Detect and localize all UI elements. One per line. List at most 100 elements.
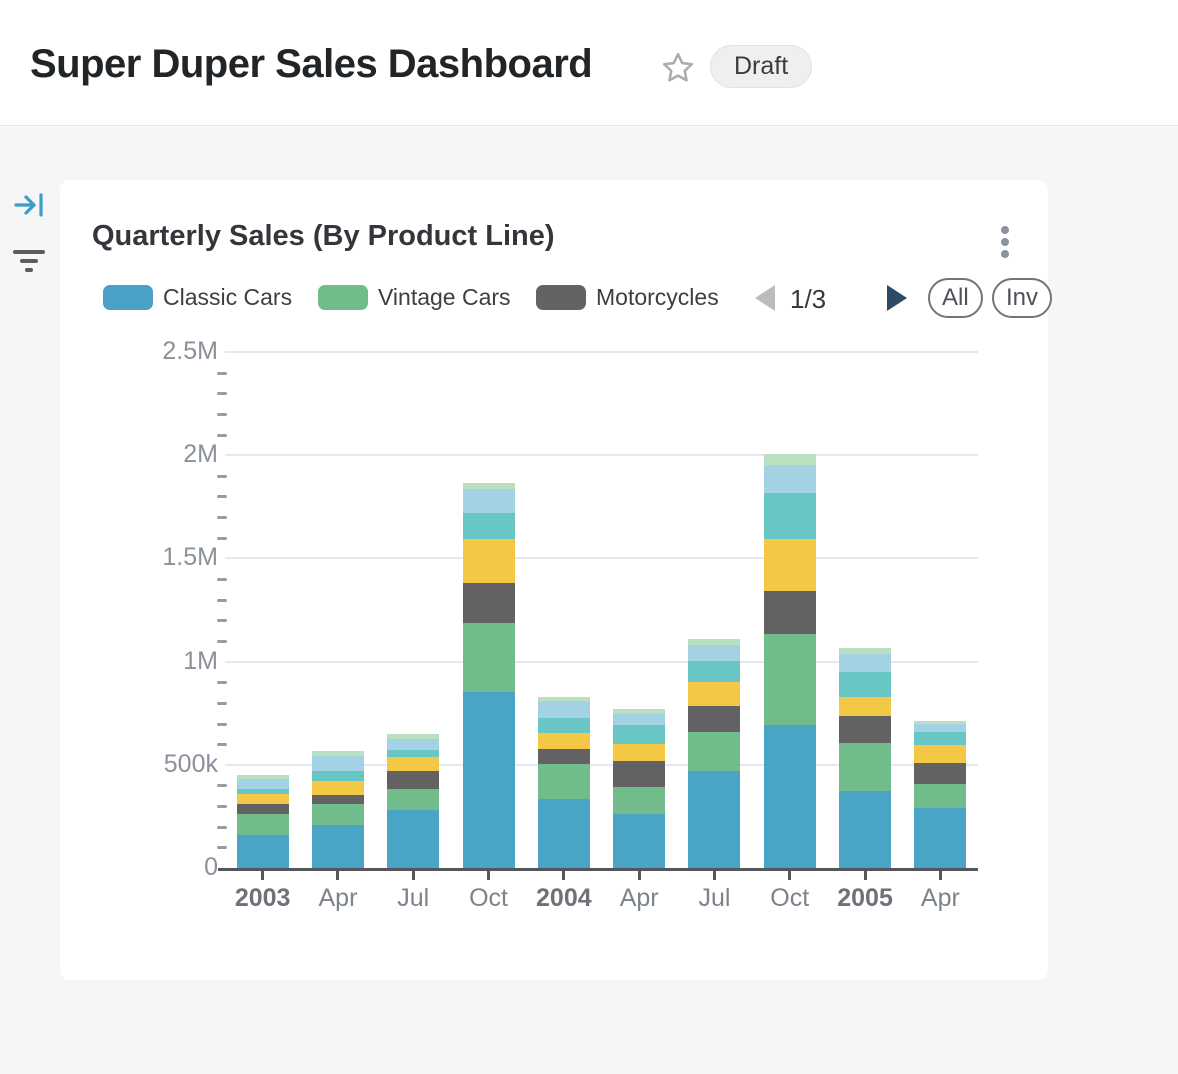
bar-segment[interactable]	[839, 716, 891, 743]
x-axis-label: Apr	[895, 884, 985, 913]
bar-segment[interactable]	[387, 734, 439, 738]
bar-segment[interactable]	[839, 743, 891, 791]
bar-segment[interactable]	[764, 634, 816, 725]
y-axis-label: 2.5M	[60, 337, 218, 366]
stacked-bar-chart: 2.5M2M1.5M1M500k02003AprJulOct2004AprJul…	[60, 180, 1048, 980]
y-minor-tick	[217, 846, 227, 849]
bar-segment[interactable]	[764, 591, 816, 634]
bar-segment[interactable]	[538, 701, 590, 718]
bar-segment[interactable]	[914, 808, 966, 868]
bar-segment[interactable]	[764, 465, 816, 492]
y-minor-tick	[217, 619, 227, 622]
bar-segment[interactable]	[538, 718, 590, 733]
x-axis-tick	[788, 871, 791, 880]
page-title: Super Duper Sales Dashboard	[30, 42, 592, 87]
y-minor-tick	[217, 826, 227, 829]
bar-segment[interactable]	[613, 814, 665, 868]
bar-segment[interactable]	[613, 725, 665, 744]
bar-segment[interactable]	[764, 725, 816, 868]
bar-segment[interactable]	[613, 761, 665, 787]
bar-segment[interactable]	[237, 779, 289, 788]
bar-segment[interactable]	[764, 539, 816, 591]
bar-segment[interactable]	[839, 654, 891, 672]
bar-segment[interactable]	[538, 764, 590, 799]
bar-segment[interactable]	[613, 744, 665, 761]
bar-segment[interactable]	[914, 784, 966, 808]
bar-segment[interactable]	[237, 775, 289, 779]
bar-segment[interactable]	[538, 799, 590, 868]
y-minor-tick	[217, 723, 227, 726]
bar-segment[interactable]	[914, 763, 966, 784]
bar-segment[interactable]	[312, 781, 364, 794]
bar-segment[interactable]	[312, 825, 364, 868]
bar-segment[interactable]	[688, 732, 740, 772]
bar-segment[interactable]	[463, 539, 515, 583]
y-axis-label: 2M	[60, 440, 218, 469]
dashboard-page: Super Duper Sales Dashboard Draft Quarte…	[0, 0, 1178, 1074]
bar-segment[interactable]	[312, 751, 364, 755]
bar-segment[interactable]	[914, 745, 966, 763]
bar-segment[interactable]	[312, 795, 364, 805]
y-minor-tick	[217, 578, 227, 581]
bar-segment[interactable]	[463, 623, 515, 691]
filter-icon[interactable]	[12, 244, 46, 278]
favorite-star-icon[interactable]	[660, 50, 696, 86]
y-minor-tick	[217, 702, 227, 705]
bar-segment[interactable]	[312, 756, 364, 771]
x-axis-tick	[638, 871, 641, 880]
bar-segment[interactable]	[688, 639, 740, 645]
bar-segment[interactable]	[312, 804, 364, 825]
bar-segment[interactable]	[387, 771, 439, 790]
bar-segment[interactable]	[613, 709, 665, 713]
bar-segment[interactable]	[237, 789, 289, 794]
bar-segment[interactable]	[538, 749, 590, 764]
bar-segment[interactable]	[914, 732, 966, 745]
bar-segment[interactable]	[237, 814, 289, 835]
y-minor-tick	[217, 640, 227, 643]
bar-segment[interactable]	[914, 721, 966, 724]
bar-segment[interactable]	[839, 648, 891, 654]
bar-segment[interactable]	[463, 513, 515, 540]
bar-segment[interactable]	[463, 483, 515, 489]
bar-segment[interactable]	[237, 794, 289, 804]
bar-segment[interactable]	[387, 810, 439, 868]
y-axis-label: 1M	[60, 647, 218, 676]
bar-segment[interactable]	[613, 714, 665, 725]
bar-segment[interactable]	[463, 692, 515, 868]
y-minor-tick	[217, 392, 227, 395]
bar-segment[interactable]	[688, 706, 740, 732]
y-minor-tick	[217, 537, 227, 540]
x-axis-tick	[713, 871, 716, 880]
x-axis-tick	[864, 871, 867, 880]
bar-segment[interactable]	[463, 583, 515, 623]
bar-segment[interactable]	[688, 682, 740, 706]
bar-segment[interactable]	[839, 791, 891, 868]
y-gridline	[225, 557, 978, 559]
bar-segment[interactable]	[387, 750, 439, 758]
y-minor-tick	[217, 805, 227, 808]
bar-segment[interactable]	[237, 804, 289, 814]
y-axis-label: 1.5M	[60, 543, 218, 572]
bar-segment[interactable]	[688, 771, 740, 868]
bar-segment[interactable]	[839, 672, 891, 697]
y-minor-tick	[217, 434, 227, 437]
x-axis-tick	[562, 871, 565, 880]
bar-segment[interactable]	[764, 493, 816, 540]
bar-segment[interactable]	[237, 835, 289, 868]
status-badge: Draft	[710, 45, 812, 88]
bar-segment[interactable]	[463, 489, 515, 513]
bar-segment[interactable]	[764, 454, 816, 466]
bar-segment[interactable]	[688, 661, 740, 682]
collapse-panel-icon[interactable]	[12, 188, 46, 222]
bar-segment[interactable]	[387, 789, 439, 810]
bar-segment[interactable]	[688, 645, 740, 661]
bar-segment[interactable]	[312, 771, 364, 782]
bar-segment[interactable]	[914, 724, 966, 731]
bar-segment[interactable]	[613, 787, 665, 814]
bar-segment[interactable]	[538, 733, 590, 749]
y-minor-tick	[217, 516, 227, 519]
bar-segment[interactable]	[839, 697, 891, 716]
bar-segment[interactable]	[387, 757, 439, 770]
bar-segment[interactable]	[538, 697, 590, 701]
bar-segment[interactable]	[387, 739, 439, 750]
